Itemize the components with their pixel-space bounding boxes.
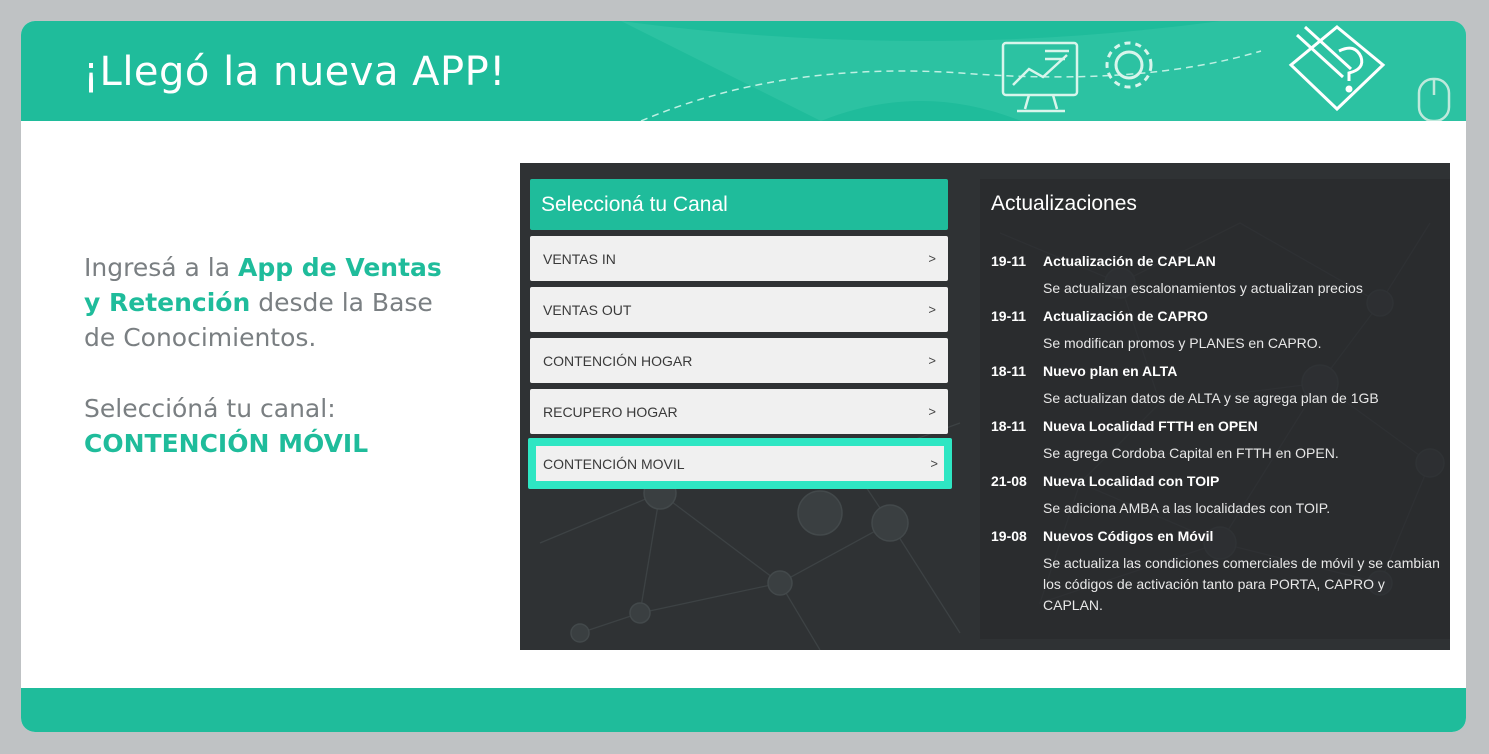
- channel-instruction-label: Seleccióná tu canal:: [84, 394, 336, 423]
- chevron-right-icon: >: [928, 404, 936, 419]
- update-description: Se agrega Cordoba Capital en FTTH en OPE…: [1043, 445, 1339, 461]
- channel-instruction: Seleccióná tu canal: CONTENCIÓN MÓVIL: [84, 391, 464, 461]
- chevron-right-icon: >: [928, 251, 936, 266]
- channel-item-contencion-hogar[interactable]: CONTENCIÓN HOGAR >: [530, 338, 948, 383]
- app-screenshot: Seleccioná tu Canal VENTAS IN > VENTAS O…: [520, 163, 1450, 650]
- channel-panel-title: Seleccioná tu Canal: [530, 179, 948, 230]
- update-item: 18-11 Nuevo plan en ALTA Se actualizan da…: [991, 363, 1441, 409]
- chevron-right-icon: >: [928, 353, 936, 368]
- update-date: 19-08: [991, 528, 1027, 544]
- updates-list: 19-11 Actualización de CAPLAN Se actualiz…: [991, 253, 1441, 625]
- update-date: 19-11: [991, 253, 1027, 269]
- update-date: 19-11: [991, 308, 1027, 324]
- channel-item-label: CONTENCIÓN HOGAR: [543, 352, 693, 369]
- intro-text-pre: Ingresá a la: [84, 253, 238, 282]
- channel-item-ventas-in[interactable]: VENTAS IN >: [530, 236, 948, 281]
- update-description: Se actualizan escalonamientos y actualiz…: [1043, 280, 1363, 296]
- update-title: Nuevos Códigos en Móvil: [1043, 528, 1214, 544]
- chevron-right-icon: >: [928, 302, 936, 317]
- update-item: 19-11 Actualización de CAPRO Se modifican…: [991, 308, 1441, 354]
- update-description: Se actualiza las condiciones comerciales…: [1043, 555, 1440, 613]
- channel-item-label: CONTENCIÓN MOVIL: [543, 455, 685, 472]
- update-description: Se modifican promos y PLANES en CAPRO.: [1043, 335, 1322, 351]
- footer-bar: [21, 688, 1466, 732]
- update-item: 18-11 Nueva Localidad FTTH en OPEN Se agr…: [991, 418, 1441, 464]
- header-banner: ¡Llegó la nueva APP!: [21, 21, 1466, 121]
- update-item: 19-08 Nuevos Códigos en Móvil Se actualiz…: [991, 528, 1441, 616]
- update-description: Se adiciona AMBA a las localidades con T…: [1043, 500, 1331, 516]
- update-title: Actualización de CAPLAN: [1043, 253, 1216, 269]
- update-date: 18-11: [991, 418, 1027, 434]
- updates-panel: Actualizaciones 19-11 Actualización de CA…: [980, 179, 1450, 639]
- channel-item-recupero-hogar[interactable]: RECUPERO HOGAR >: [530, 389, 948, 434]
- update-title: Nueva Localidad FTTH en OPEN: [1043, 418, 1258, 434]
- chevron-right-icon: >: [930, 456, 938, 471]
- update-description: Se actualizan datos de ALTA y se agrega …: [1043, 390, 1379, 406]
- update-title: Nuevo plan en ALTA: [1043, 363, 1178, 379]
- channel-item-contencion-movil[interactable]: CONTENCIÓN MOVIL >: [528, 438, 952, 489]
- channel-item-label: VENTAS OUT: [543, 301, 632, 318]
- updates-title: Actualizaciones: [991, 192, 1137, 215]
- intro-text: Ingresá a la App de Ventas y Retención d…: [84, 250, 464, 461]
- update-title: Actualización de CAPRO: [1043, 308, 1208, 324]
- update-item: 19-11 Actualización de CAPLAN Se actualiz…: [991, 253, 1441, 299]
- update-title: Nueva Localidad con TOIP: [1043, 473, 1220, 489]
- slide: ¡Llegó la nueva APP! Ingresá a la App de…: [21, 21, 1466, 732]
- intro-paragraph: Ingresá a la App de Ventas y Retención d…: [84, 250, 464, 355]
- channel-highlight: CONTENCIÓN MÓVIL: [84, 429, 369, 458]
- page-title: ¡Llegó la nueva APP!: [83, 49, 506, 95]
- update-item: 21-08 Nueva Localidad con TOIP Se adicion…: [991, 473, 1441, 519]
- channel-item-label: VENTAS IN: [543, 250, 616, 267]
- update-date: 18-11: [991, 363, 1027, 379]
- channel-item-label: RECUPERO HOGAR: [543, 403, 678, 420]
- update-date: 21-08: [991, 473, 1027, 489]
- channel-item-ventas-out[interactable]: VENTAS OUT >: [530, 287, 948, 332]
